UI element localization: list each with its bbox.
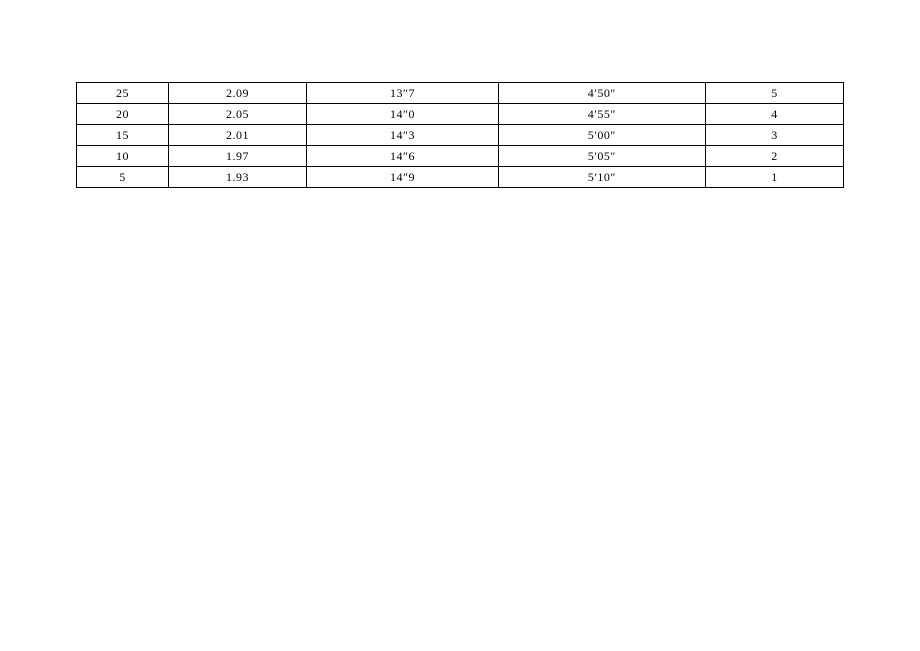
- cell: 5: [705, 83, 843, 104]
- cell: 5′05″: [498, 146, 705, 167]
- cell: 4: [705, 104, 843, 125]
- table-row: 15 2.01 14″3 5′00″ 3: [77, 125, 844, 146]
- cell: 5′10″: [498, 167, 705, 188]
- cell: 25: [77, 83, 169, 104]
- cell: 2.09: [169, 83, 307, 104]
- cell: 14″3: [307, 125, 499, 146]
- cell: 2: [705, 146, 843, 167]
- cell: 20: [77, 104, 169, 125]
- cell: 14″0: [307, 104, 499, 125]
- table-row: 10 1.97 14″6 5′05″ 2: [77, 146, 844, 167]
- cell: 15: [77, 125, 169, 146]
- table-row: 25 2.09 13″7 4′50″ 5: [77, 83, 844, 104]
- cell: 1.97: [169, 146, 307, 167]
- cell: 1.93: [169, 167, 307, 188]
- table-container: 25 2.09 13″7 4′50″ 5 20 2.05 14″0 4′55″ …: [0, 0, 920, 188]
- cell: 3: [705, 125, 843, 146]
- cell: 13″7: [307, 83, 499, 104]
- table-row: 5 1.93 14″9 5′10″ 1: [77, 167, 844, 188]
- cell: 1: [705, 167, 843, 188]
- cell: 4′50″: [498, 83, 705, 104]
- data-table: 25 2.09 13″7 4′50″ 5 20 2.05 14″0 4′55″ …: [76, 82, 844, 188]
- cell: 2.01: [169, 125, 307, 146]
- table-row: 20 2.05 14″0 4′55″ 4: [77, 104, 844, 125]
- cell: 5′00″: [498, 125, 705, 146]
- cell: 14″9: [307, 167, 499, 188]
- cell: 2.05: [169, 104, 307, 125]
- cell: 14″6: [307, 146, 499, 167]
- cell: 10: [77, 146, 169, 167]
- cell: 4′55″: [498, 104, 705, 125]
- cell: 5: [77, 167, 169, 188]
